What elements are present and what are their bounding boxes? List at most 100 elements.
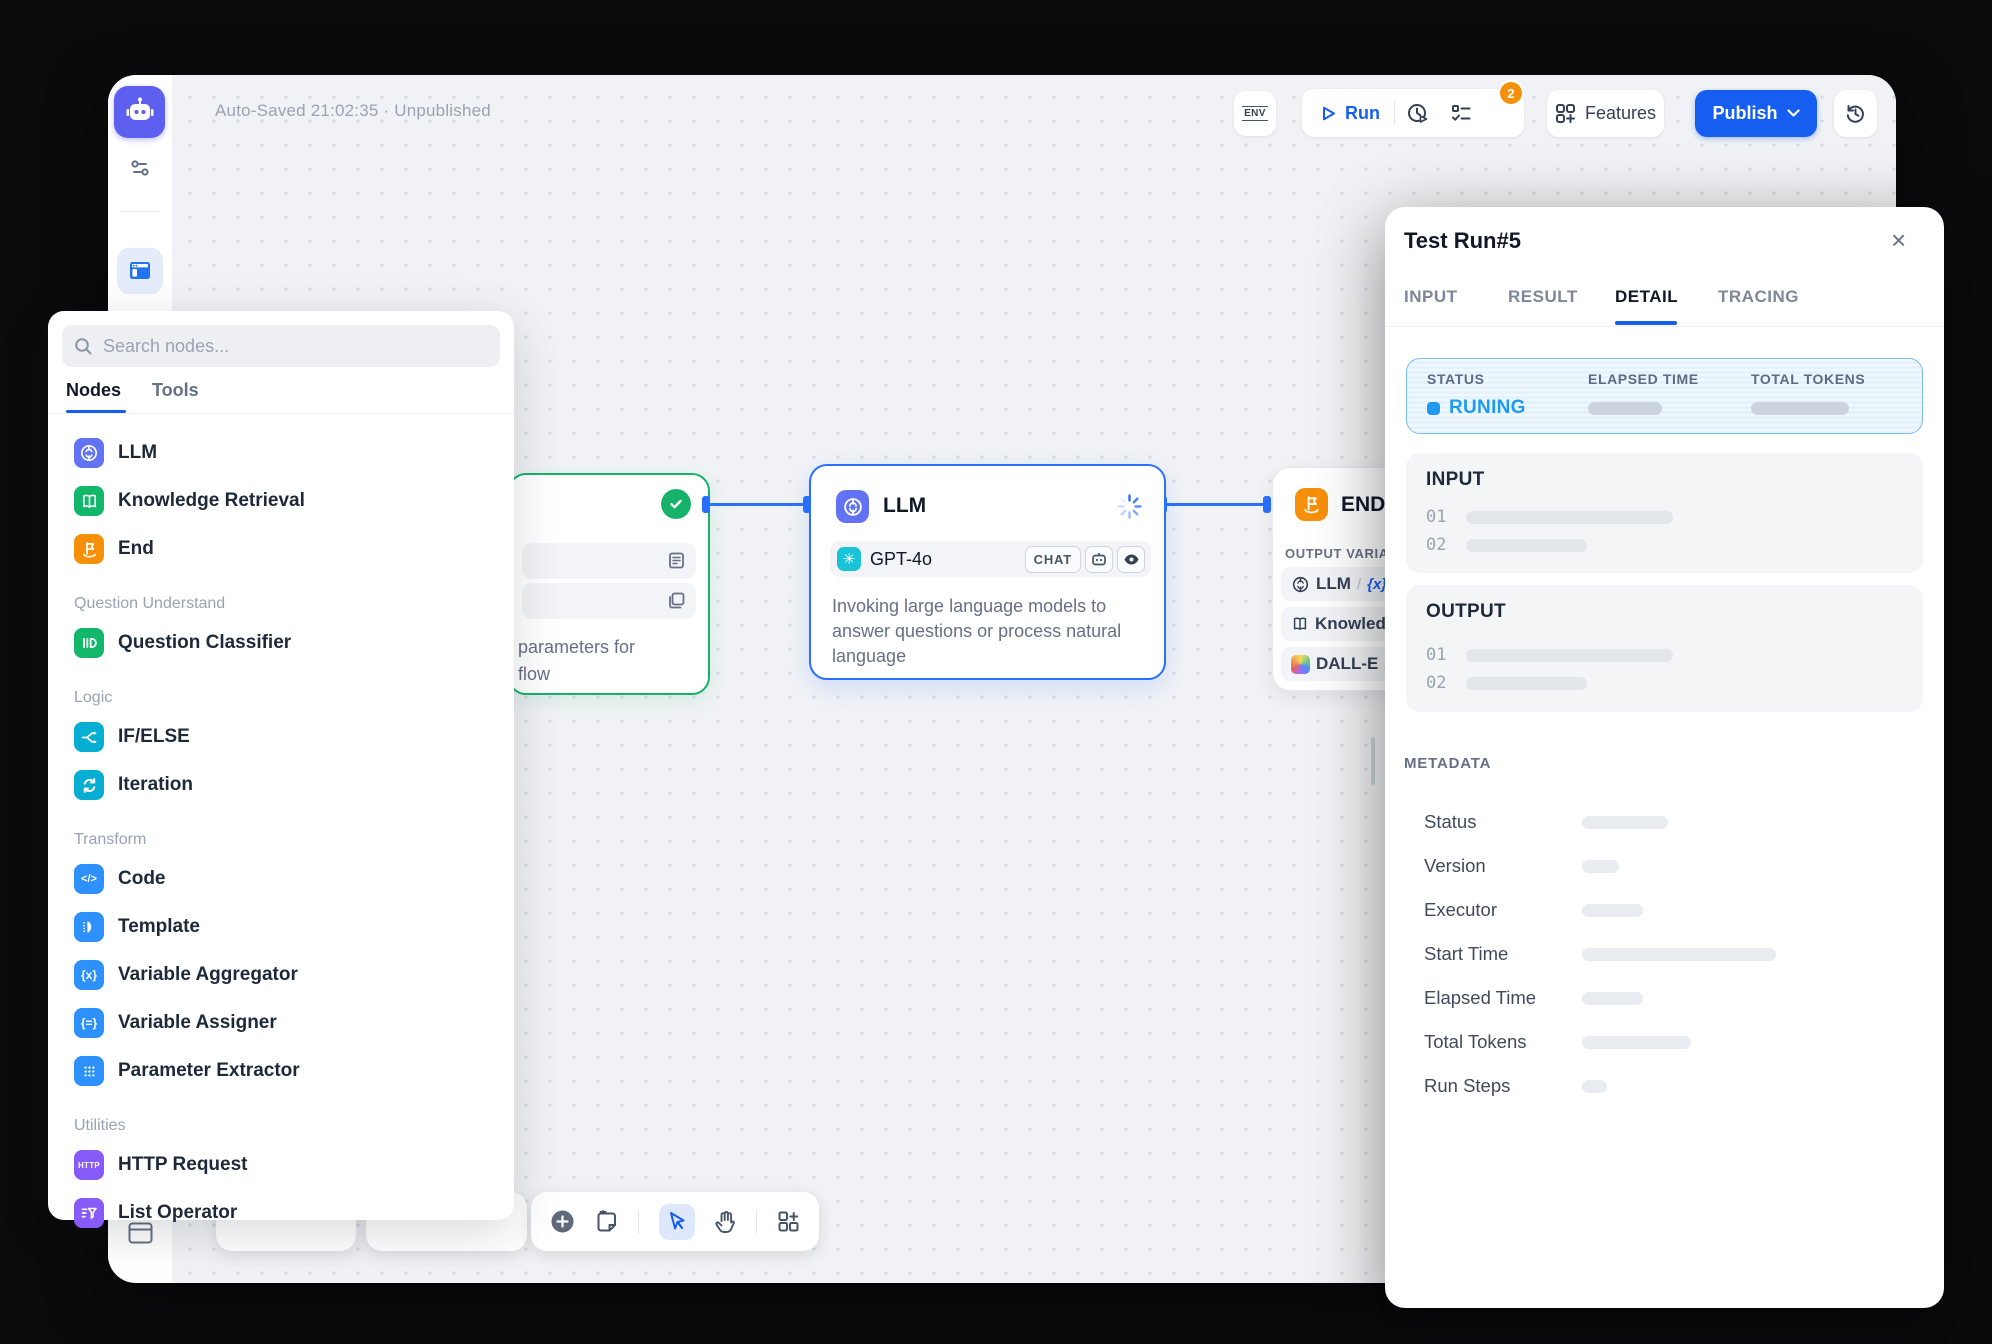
output-variables-label: OUTPUT VARIA [1285, 546, 1389, 561]
toolbar-divider [638, 1210, 639, 1234]
preferences-sliders-icon[interactable] [127, 155, 153, 186]
run-history-button[interactable] [1395, 89, 1439, 137]
output-card-title: OUTPUT [1426, 601, 1506, 623]
checklist-count-badge: 2 [1500, 82, 1522, 104]
total-tokens-skeleton [1751, 402, 1849, 415]
metadata-title: METADATA [1404, 755, 1491, 772]
edge-llm-to-end [1167, 503, 1269, 506]
llm-model-selector[interactable]: ✳ GPT-4o CHAT [830, 541, 1151, 577]
node-item-http-request[interactable]: HTTP HTTP Request [66, 1141, 496, 1189]
version-history-button[interactable] [1834, 90, 1877, 137]
document-icon [667, 551, 686, 570]
tab-tracing[interactable]: TRACING [1718, 287, 1799, 307]
node-item-parameter-extractor[interactable]: Parameter Extractor [66, 1047, 496, 1095]
output-card: OUTPUT 01 02 [1406, 585, 1923, 712]
tabs-divider [1385, 326, 1944, 327]
robot-icon [1091, 552, 1107, 567]
metadata-skeleton [1582, 860, 1619, 873]
cursor-icon [667, 1211, 687, 1232]
node-list: LLM Knowledge Retrieval End Question Und… [48, 421, 514, 1237]
agent-badge[interactable] [1085, 546, 1113, 573]
node-item-knowledge-retrieval[interactable]: Knowledge Retrieval [66, 477, 496, 525]
tab-nodes[interactable]: Nodes [66, 380, 121, 401]
add-note-button[interactable] [595, 1210, 619, 1234]
section-question-understand: Question Understand [66, 585, 496, 619]
run-button[interactable]: Run [1302, 89, 1394, 137]
llm-node[interactable]: LLM ✳ GPT-4o CHAT [809, 464, 1166, 680]
node-item-iteration[interactable]: Iteration [66, 761, 496, 809]
book-icon [74, 486, 104, 516]
canvas-control-toolbar [531, 1192, 819, 1251]
node-item-list-operator[interactable]: List Operator [66, 1189, 496, 1237]
checklist-button[interactable] [1439, 89, 1483, 137]
edge-source-handle[interactable] [702, 496, 710, 513]
add-node-button[interactable] [550, 1209, 575, 1234]
organize-nodes-button[interactable] [777, 1210, 800, 1233]
env-button[interactable]: ENV [1234, 91, 1276, 136]
hand-icon [714, 1210, 737, 1234]
vision-badge[interactable] [1117, 546, 1145, 573]
tab-tools[interactable]: Tools [152, 380, 199, 401]
code-icon: </> [74, 864, 104, 894]
llm-node-title: LLM [883, 494, 926, 518]
node-item-if-else[interactable]: IF/ELSE [66, 713, 496, 761]
node-item-end[interactable]: End [66, 525, 496, 573]
success-check-icon [661, 489, 691, 519]
eye-icon [1123, 553, 1140, 566]
flag-icon [74, 534, 104, 564]
tab-input[interactable]: INPUT [1404, 287, 1458, 307]
window-icon [127, 258, 153, 284]
input-row-skeleton [1466, 511, 1673, 524]
checklist-icon [1450, 102, 1473, 125]
status-label: STATUS [1427, 371, 1526, 387]
iteration-icon [74, 770, 104, 800]
llm-node-description: Invoking large language models to answer… [832, 594, 1150, 669]
llm-icon [74, 438, 104, 468]
metadata-row-status: Status [1424, 800, 1924, 844]
metadata-skeleton [1582, 992, 1643, 1005]
toolbar-divider [756, 1210, 757, 1234]
publish-label: Publish [1712, 103, 1777, 124]
metadata-row-start-time: Start Time [1424, 932, 1924, 976]
section-transform: Transform [66, 821, 496, 855]
node-item-variable-aggregator[interactable]: {x} Variable Aggregator [66, 951, 496, 999]
tab-result[interactable]: RESULT [1508, 287, 1578, 307]
search-placeholder: Search nodes... [103, 336, 229, 357]
tab-detail[interactable]: DETAIL [1615, 287, 1678, 307]
node-item-variable-assigner[interactable]: {=} Variable Assigner [66, 999, 496, 1047]
section-logic: Logic [66, 679, 496, 713]
metadata-skeleton [1582, 1080, 1607, 1093]
pointer-mode-button[interactable] [659, 1204, 695, 1240]
metadata-row-elapsed-time: Elapsed Time [1424, 976, 1924, 1020]
node-item-template[interactable]: Template [66, 903, 496, 951]
chat-mode-badge: CHAT [1025, 546, 1081, 573]
node-item-llm[interactable]: LLM [66, 429, 496, 477]
organize-layout-icon [777, 1210, 800, 1233]
section-utilities: Utilities [66, 1107, 496, 1141]
publish-button[interactable]: Publish [1695, 90, 1817, 137]
features-blocks-icon [1555, 103, 1576, 124]
start-node-field-row[interactable] [522, 543, 696, 579]
close-icon[interactable]: × [1891, 227, 1906, 253]
run-label: Run [1345, 103, 1380, 124]
output-row-number: 01 [1426, 645, 1446, 665]
variable-assigner-icon: {=} [74, 1008, 104, 1038]
input-row-number: 01 [1426, 507, 1446, 527]
features-button[interactable]: Features [1547, 90, 1664, 137]
metadata-row-run-steps: Run Steps [1424, 1064, 1924, 1108]
sidebar-workflow-button[interactable] [117, 248, 163, 294]
start-node-field-row[interactable] [522, 583, 696, 619]
node-item-code[interactable]: </> Code [66, 855, 496, 903]
app-logo-robot-icon[interactable] [114, 86, 165, 138]
variable-aggregator-icon: {x} [74, 960, 104, 990]
total-tokens-label: TOTAL TOKENS [1751, 371, 1865, 387]
canvas-scrollbar[interactable] [1371, 737, 1375, 785]
hand-mode-button[interactable] [714, 1210, 737, 1234]
output-row-skeleton [1466, 677, 1587, 690]
start-node-description: parameters for flow [518, 634, 704, 688]
history-restore-icon [1844, 102, 1867, 125]
node-search-input[interactable]: Search nodes... [62, 325, 500, 367]
node-item-question-classifier[interactable]: Question Classifier [66, 619, 496, 667]
llm-model-name: GPT-4o [870, 549, 1021, 570]
edge-target-handle[interactable] [1263, 496, 1271, 513]
